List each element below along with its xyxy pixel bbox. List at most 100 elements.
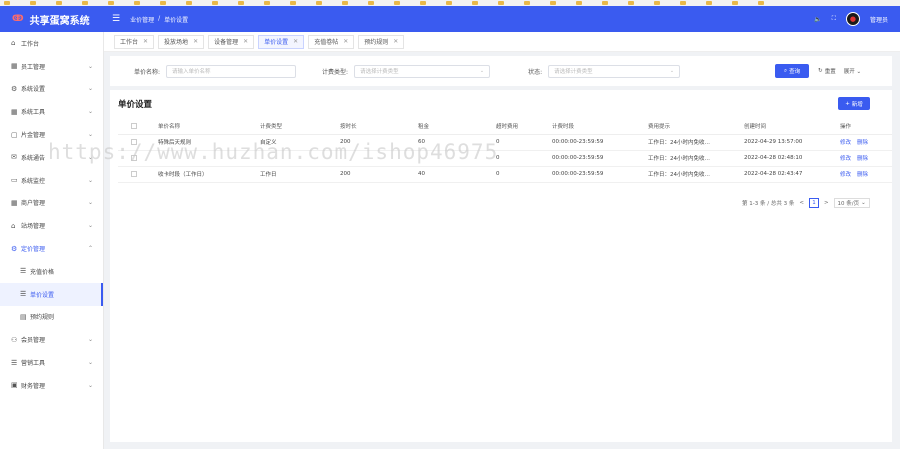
users-icon: ⚇ [11,335,18,344]
status-select[interactable]: 请选择计费类型 ⌄ [548,64,681,78]
chevron-up-icon: ⌃ [87,245,93,253]
list-icon: ☰ [11,358,18,367]
sidebar-item-staff[interactable]: ▦ 员工管理 ⌄ [0,55,103,78]
name-input[interactable]: 请输入单价名称 [166,64,297,78]
query-label: 查询 [789,69,801,75]
next-page-button[interactable]: > [824,200,829,206]
page-title: 单价设置 [118,100,153,110]
cell-overtime: 0 [496,166,552,183]
tab-label: 充值卷帖 [314,39,339,46]
type-placeholder: 请选择计费类型 [360,69,399,75]
sidebar-item-recharge-price[interactable]: ☰ 充值价格 [0,260,103,283]
cell-created: 2022-04-28 02:48:10 [744,150,840,167]
sidebar-item-label: 系统工具 [21,109,46,117]
col-created: 创建时间 [744,118,840,135]
watermark: https://www.huzhan.com/ishop46975 [48,140,499,164]
sidebar-item-label: 营销工具 [21,360,46,368]
expand-label: 展开 [843,69,855,75]
prev-page-button[interactable]: < [799,200,804,206]
sidebar: ⌂ 工作台 ▦ 员工管理 ⌄ ⚙ 系统设置 ⌄ ▦ 系统工具 ⌄ ▢ 片金管理 ⌄ ✉ 系统通告 ⌄ … [0,32,104,449]
tab-devices[interactable]: 设备管理 ✕ [208,34,255,49]
sidebar-item-label: 片金管理 [21,132,46,140]
sidebar-item-label: 定价管理 [21,246,46,254]
sidebar-item-label: 系统监控 [21,177,46,185]
sidebar-item-unit-price[interactable]: ☰ 单价设置 [0,282,103,306]
sidebar-item-tools[interactable]: ▦ 系统工具 ⌄ [0,100,103,123]
sidebar-item-pricing[interactable]: ⚙ 定价管理 ⌃ [0,237,103,260]
tab-dashboard[interactable]: 工作台 ✕ [114,34,155,49]
add-button[interactable]: + 新增 [838,97,870,110]
chevron-down-icon: ⌄ [87,85,93,93]
cell-created: 2022-04-29 13:57:00 [744,134,840,151]
reset-button[interactable]: ↻ 重置 [818,67,836,75]
chevron-down-icon: ⌄ [87,381,93,389]
col-duration: 按时长 [340,118,418,135]
close-icon[interactable]: ✕ [293,38,298,45]
cell-actions: 修改 删除 [840,166,892,183]
tab-recharge[interactable]: 充值卷帖 ✕ [308,34,355,49]
chevron-down-icon: ⌄ [861,200,866,206]
query-button[interactable]: ⌕ 查询 [775,64,810,78]
sidebar-item-finance[interactable]: ▣ 财务管理 ⌄ [0,374,103,397]
tab-label: 预约规则 [364,39,389,46]
home-icon: ⌂ [11,39,16,48]
delete-link[interactable]: 删除 [857,140,868,146]
page-size-label: 10 条/页 [837,201,860,207]
sidebar-item-label: 工作台 [21,40,40,48]
user-name[interactable]: 管理员 [870,15,888,24]
tab-bar: 工作台 ✕ 投放场地 ✕ 设备管理 ✕ 单价设置 ✕ 充值卷帖 ✕ 预约规则 ✕ [104,32,900,52]
page-size-select[interactable]: 10 条/页 ⌄ [833,198,870,208]
app-logo: ↂ 共享蛋窝系统 [0,12,104,27]
tab-booking-rules[interactable]: 预约规则 ✕ [358,34,405,49]
page-number-button[interactable]: 1 [808,198,819,208]
cell-actions: 修改 删除 [840,134,892,151]
close-icon[interactable]: ✕ [243,38,248,45]
chevron-down-icon: ⌄ [87,108,93,116]
sidebar-item-dashboard[interactable]: ⌂ 工作台 [0,32,103,55]
sidebar-item-merchant[interactable]: ▦ 商户管理 ⌄ [0,192,103,215]
status-label: 状态: [528,68,543,76]
tab-label: 投放场地 [164,39,189,46]
tab-sites[interactable]: 投放场地 ✕ [158,34,205,49]
cell-period: 00:00:00-23:59:59 [552,166,648,183]
sidebar-item-monitor[interactable]: ▭ 系统监控 ⌄ [0,169,103,192]
sidebar-item-label: 预约规则 [30,314,55,322]
type-select[interactable]: 请选择计费类型 ⌄ [354,64,491,78]
app-title: 共享蛋窝系统 [29,15,90,27]
sidebar-item-site[interactable]: ⌂ 站场管理 ⌄ [0,214,103,237]
sidebar-item-booking-rules[interactable]: ▤ 预约规则 [0,306,103,329]
menu-collapse-icon[interactable]: ☰ [112,14,120,24]
close-icon[interactable]: ✕ [143,38,148,45]
cell-overtime: 0 [496,134,552,151]
breadcrumb-item[interactable]: 业价管理 [130,15,154,24]
list-icon: ☰ [20,267,27,276]
sidebar-item-members[interactable]: ⚇ 会员管理 ⌄ [0,328,103,351]
gear-icon: ⚙ [11,244,18,253]
tab-unit-price[interactable]: 单价设置 ✕ [258,34,305,49]
edit-link[interactable]: 修改 [840,140,851,146]
sidebar-item-label: 充值价格 [30,268,55,276]
tab-label: 设备管理 [214,39,239,46]
edit-link[interactable]: 修改 [840,172,851,178]
edit-link[interactable]: 修改 [840,156,851,162]
fullscreen-icon[interactable]: ⛶ [832,15,836,23]
sidebar-item-label: 会员管理 [21,337,46,345]
delete-link[interactable]: 删除 [857,172,868,178]
sidebar-item-settings[interactable]: ⚙ 系统设置 ⌄ [0,78,103,101]
close-icon[interactable]: ✕ [343,38,348,45]
sidebar-item-marketing[interactable]: ☰ 营销工具 ⌄ [0,351,103,374]
select-all-checkbox[interactable] [131,122,137,129]
list-icon: ☰ [20,290,27,299]
expand-button[interactable]: 展开 ⌄ [844,67,861,75]
avatar[interactable]: ● [845,12,860,26]
sidebar-item-label: 系统通告 [21,154,46,162]
grid-icon: ▦ [11,62,18,71]
delete-link[interactable]: 删除 [857,156,868,162]
money-icon: ▣ [11,381,18,390]
chevron-down-icon: ⌄ [87,176,93,184]
close-icon[interactable]: ✕ [193,38,198,45]
sound-icon[interactable]: 🔈 [814,16,821,23]
close-icon[interactable]: ✕ [393,38,398,45]
chevron-down-icon: ⌄ [87,131,93,139]
row-checkbox[interactable] [131,170,137,177]
